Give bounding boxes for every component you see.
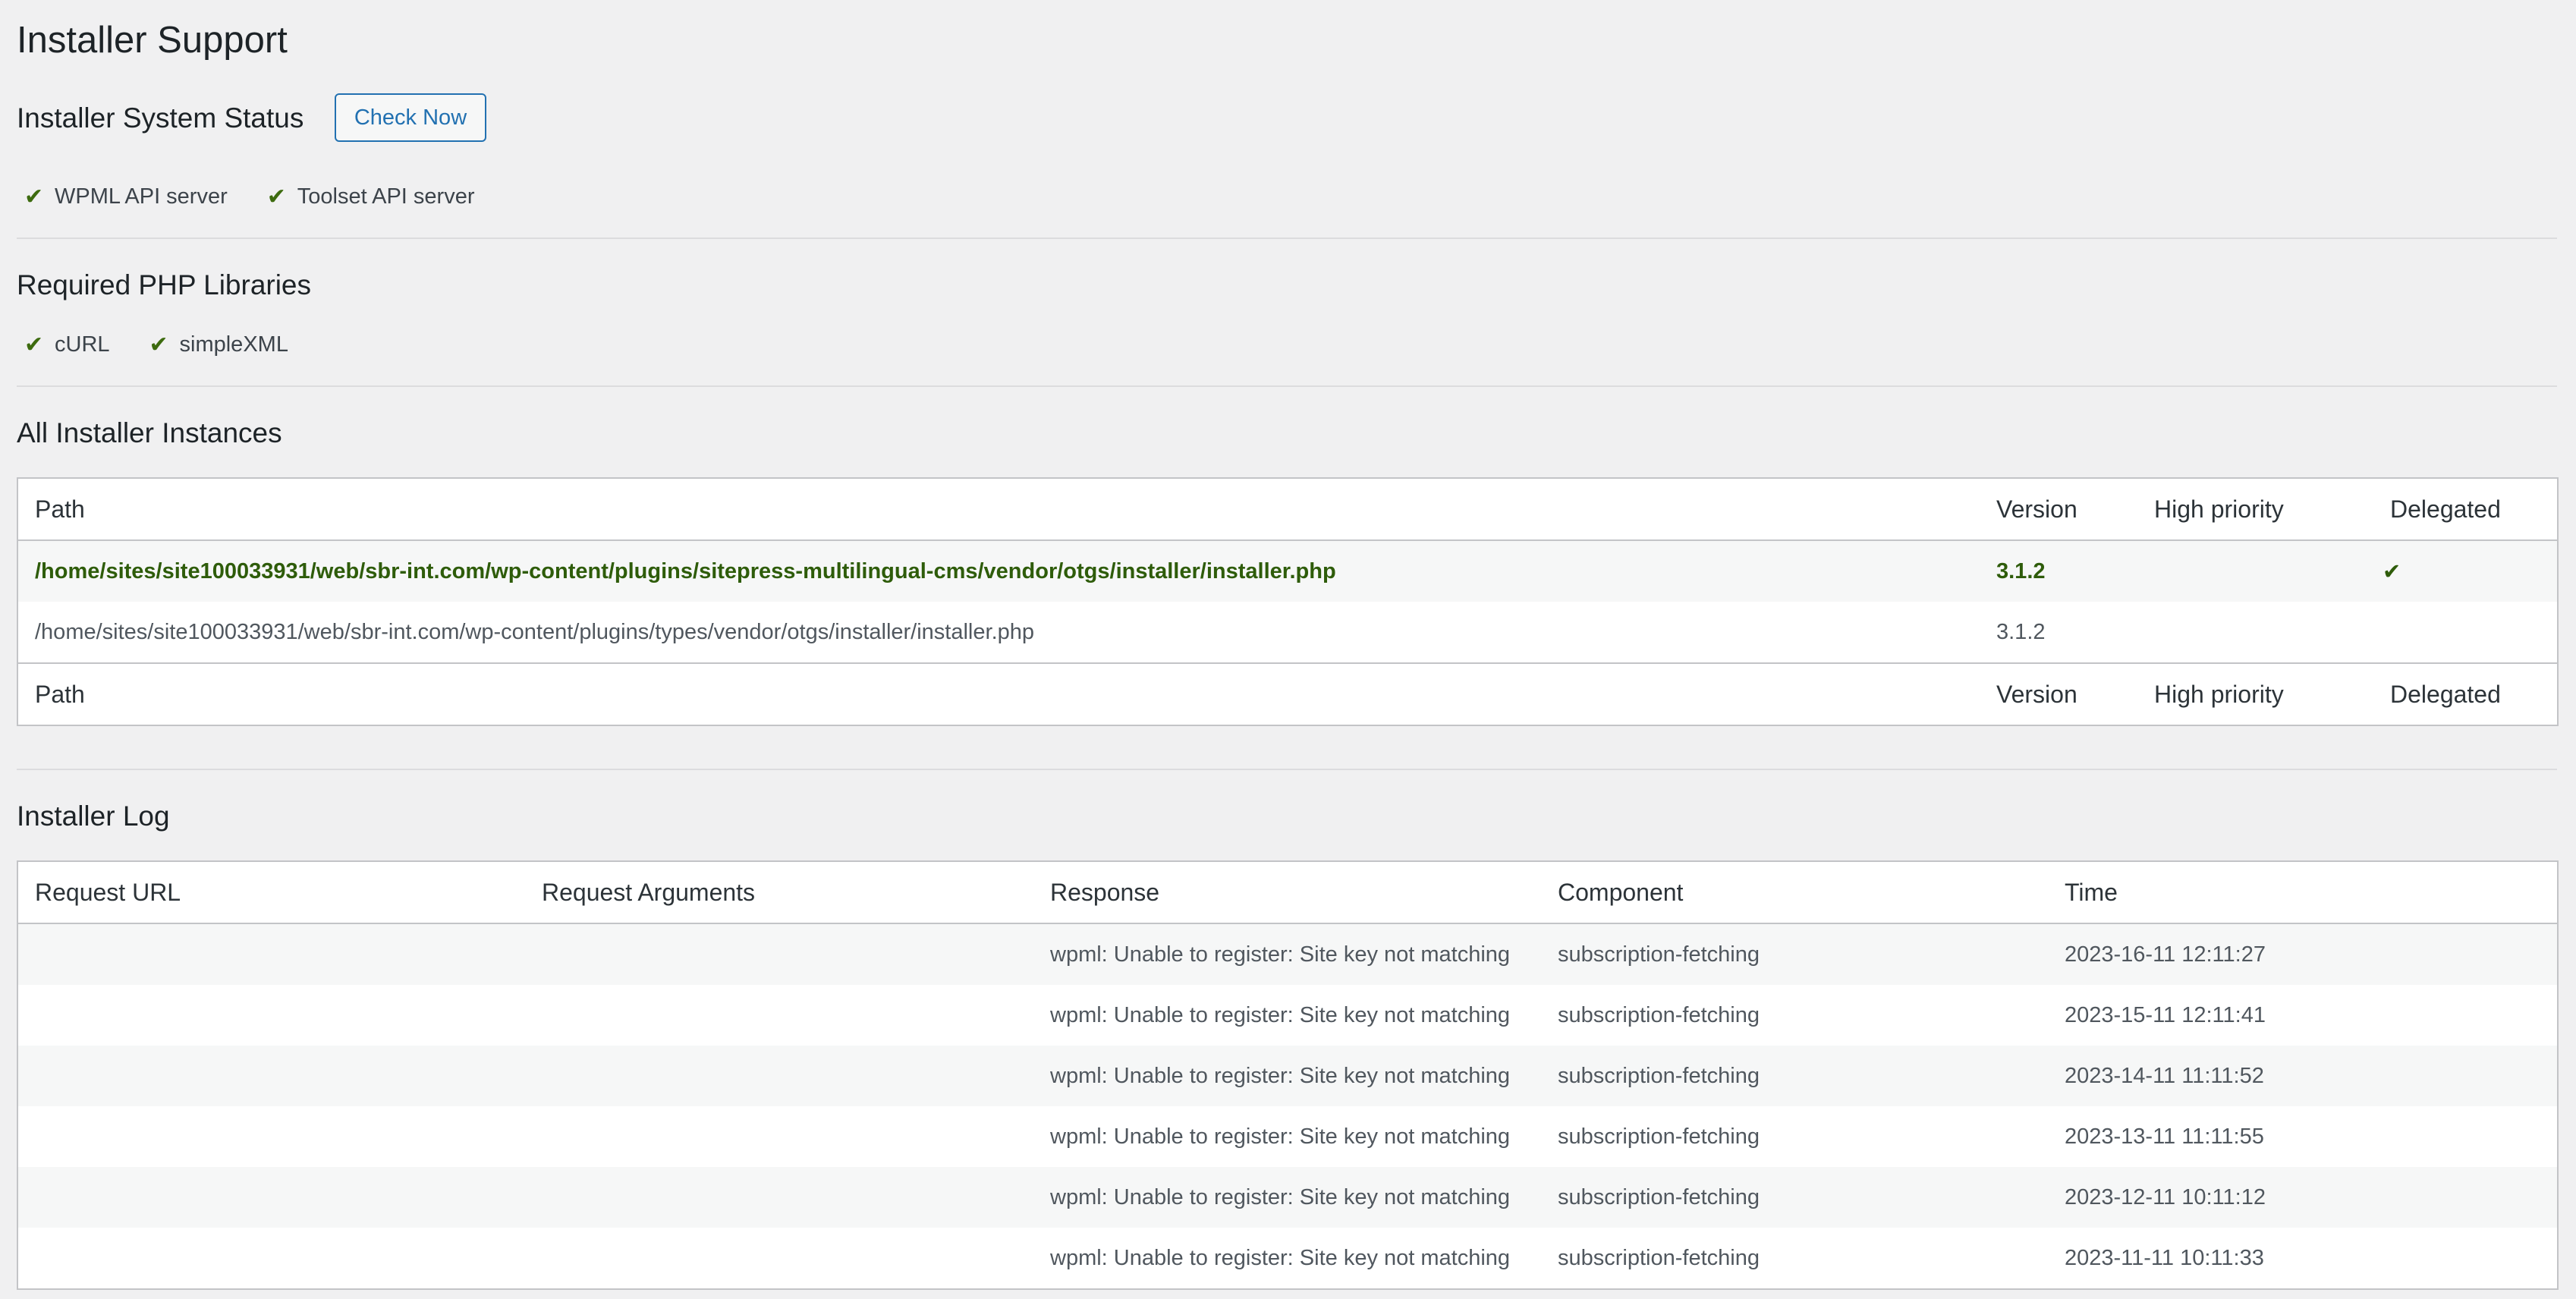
table-row: wpml: Unable to register: Site key not m… [17, 985, 2558, 1046]
log-response: wpml: Unable to register: Site key not m… [1033, 923, 1541, 985]
installer-log-table: Request URL Request Arguments Response C… [17, 860, 2559, 1290]
page-title: Installer Support [17, 20, 288, 61]
column-header-delegated: Delegated [2373, 478, 2558, 541]
log-heading: Installer Log [17, 800, 170, 832]
log-time: 2023-11-11 10:11:33 [2065, 1245, 2264, 1270]
log-response: wpml: Unable to register: Site key not m… [1033, 1167, 1541, 1228]
system-status-heading: Installer System Status [17, 102, 304, 134]
log-request-arguments [525, 1106, 1033, 1167]
log-request-arguments [525, 923, 1033, 985]
table-header-row: Request URL Request Arguments Response C… [17, 861, 2558, 924]
status-label: WPML API server [55, 184, 228, 209]
log-component: subscription-fetching [1558, 1245, 1760, 1270]
log-time: 2023-13-11 11:11:55 [2065, 1124, 2264, 1149]
column-footer-version: Version [1980, 662, 2137, 725]
check-now-button[interactable]: Check Now [335, 93, 486, 142]
divider [17, 769, 2557, 770]
instance-version: 3.1.2 [1996, 619, 2046, 644]
table-row: /home/sites/site100033931/web/sbr-int.co… [17, 602, 2558, 663]
log-request-url [17, 1106, 525, 1167]
instance-path: /home/sites/site100033931/web/sbr-int.co… [17, 540, 1980, 602]
column-header-request-url: Request URL [17, 861, 525, 924]
log-time: 2023-12-11 10:11:12 [2048, 1167, 2558, 1228]
column-footer-path: Path [17, 662, 1980, 725]
log-request-url [17, 1167, 525, 1228]
instance-delegated [2373, 602, 2558, 663]
check-icon: ✔ [2383, 559, 2401, 584]
column-header-response: Response [1033, 861, 1541, 924]
column-header-path: Path [17, 478, 1980, 541]
instance-high-priority [2137, 540, 2373, 602]
table-footer-row: Path Version High priority Delegated [17, 662, 2558, 725]
log-time: 2023-16-11 12:11:27 [2048, 923, 2558, 985]
library-label: simpleXML [179, 332, 288, 357]
library-label: cURL [55, 332, 110, 357]
column-header-high-priority: High priority [2137, 478, 2373, 541]
table-row: wpml: Unable to register: Site key not m… [17, 1167, 2558, 1228]
log-time: 2023-14-11 11:11:52 [2048, 1046, 2558, 1106]
log-request-url [17, 1046, 525, 1106]
table-row: wpml: Unable to register: Site key not m… [17, 923, 2558, 985]
log-component: subscription-fetching [1541, 923, 2048, 985]
check-icon: ✔ [266, 184, 286, 209]
table-header-row: Path Version High priority Delegated [17, 478, 2558, 541]
table-row: wpml: Unable to register: Site key not m… [17, 1106, 2558, 1167]
column-header-component: Component [1541, 861, 2048, 924]
instance-version: 3.1.2 [1980, 540, 2137, 602]
log-request-arguments [525, 1046, 1033, 1106]
check-icon: ✔ [149, 332, 168, 357]
php-libraries-list: ✔ cURL ✔ simpleXML [24, 332, 328, 358]
log-request-url [17, 1228, 525, 1289]
instance-delegated: ✔ [2373, 540, 2558, 602]
instances-table: Path Version High priority Delegated /ho… [17, 477, 2559, 726]
log-request-url [17, 923, 525, 985]
instances-heading: All Installer Instances [17, 417, 282, 448]
log-request-url [17, 985, 525, 1046]
log-component: subscription-fetching [1541, 1046, 2048, 1106]
library-item-curl: ✔ cURL [24, 332, 110, 358]
log-component: subscription-fetching [1558, 1002, 1760, 1027]
column-header-version: Version [1980, 478, 2137, 541]
log-request-arguments [525, 1228, 1033, 1289]
php-libraries-heading: Required PHP Libraries [17, 269, 312, 300]
log-component: subscription-fetching [1541, 1167, 2048, 1228]
column-header-request-arguments: Request Arguments [525, 861, 1033, 924]
status-label: Toolset API server [297, 184, 475, 209]
log-request-arguments [525, 985, 1033, 1046]
log-component: subscription-fetching [1558, 1124, 1760, 1149]
divider [17, 385, 2557, 387]
instance-high-priority [2137, 602, 2373, 663]
log-time: 2023-15-11 12:11:41 [2065, 1002, 2266, 1027]
status-item-wpml-api-server: ✔ WPML API server [24, 184, 228, 210]
column-header-time: Time [2048, 861, 2558, 924]
table-row: wpml: Unable to register: Site key not m… [17, 1046, 2558, 1106]
log-response: wpml: Unable to register: Site key not m… [1050, 1124, 1511, 1149]
column-footer-delegated: Delegated [2373, 662, 2558, 725]
system-status-list: ✔ WPML API server ✔ Toolset API server [24, 184, 514, 210]
check-icon: ✔ [24, 184, 44, 209]
instance-path: /home/sites/site100033931/web/sbr-int.co… [35, 619, 1035, 644]
log-request-arguments [525, 1167, 1033, 1228]
column-footer-high-priority: High priority [2137, 662, 2373, 725]
status-item-toolset-api-server: ✔ Toolset API server [267, 184, 475, 210]
library-item-simplexml: ✔ simpleXML [149, 332, 288, 358]
check-icon: ✔ [24, 332, 44, 357]
log-response: wpml: Unable to register: Site key not m… [1050, 1002, 1511, 1027]
log-response: wpml: Unable to register: Site key not m… [1050, 1245, 1511, 1270]
divider [17, 237, 2557, 239]
table-row: wpml: Unable to register: Site key not m… [17, 1228, 2558, 1289]
table-row: /home/sites/site100033931/web/sbr-int.co… [17, 540, 2558, 602]
log-response: wpml: Unable to register: Site key not m… [1033, 1046, 1541, 1106]
